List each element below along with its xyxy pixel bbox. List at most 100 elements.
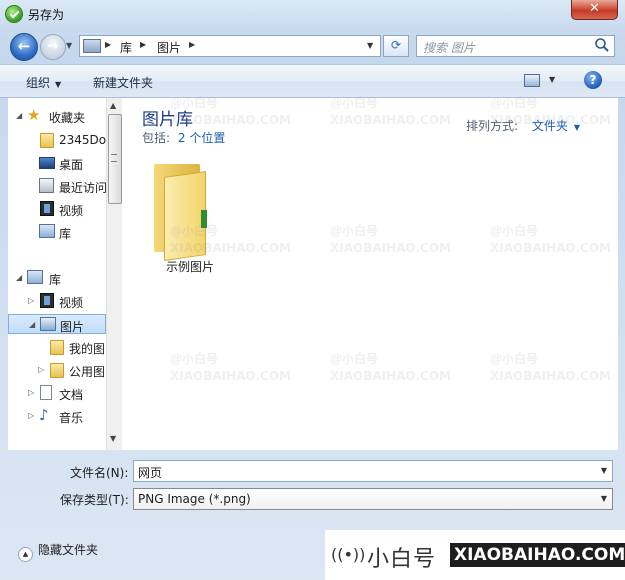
- view-mode-icon[interactable]: [524, 74, 540, 87]
- site-watermark: ((•)) 小白号 XIAOBAIHAO.COM: [325, 530, 625, 580]
- file-list-pane: 图片库 包括: 2 个位置 排列方式: 文件夹 ▼ 示例图片: [122, 98, 618, 450]
- sidebar-item-my-pictures[interactable]: 我的图: [8, 337, 106, 357]
- folder-item-label[interactable]: 示例图片: [166, 258, 214, 275]
- chevron-right-icon[interactable]: ▷: [28, 411, 34, 420]
- video-icon: [40, 201, 54, 216]
- save-as-dialog: 另存为 ✕ ← → ▼ ▶ 库 ▶ 图片 ▶ ▼ ⟳ 搜索 图片 组织 ▼ 新建文…: [0, 0, 625, 580]
- sidebar-item-label: 库: [49, 273, 62, 287]
- organize-label: 组织: [26, 76, 51, 90]
- chevron-up-icon: ▲: [18, 547, 33, 562]
- sidebar-item-label: 最近访问: [59, 181, 106, 195]
- chevron-right-icon[interactable]: ▷: [28, 296, 34, 305]
- search-placeholder: 搜索 图片: [423, 41, 475, 55]
- help-button[interactable]: ?: [584, 71, 602, 89]
- filename-value: 网页: [138, 466, 163, 480]
- address-bar[interactable]: ▶ 库 ▶ 图片 ▶ ▼: [79, 35, 381, 57]
- hide-folders-label: 隐藏文件夹: [38, 543, 99, 557]
- chevron-right-icon[interactable]: ▶: [189, 40, 195, 49]
- chevron-down-icon[interactable]: ◢: [29, 320, 35, 329]
- sidebar-item-label: 音乐: [59, 411, 84, 425]
- includes-label: 包括:: [142, 131, 171, 145]
- chevron-down-icon[interactable]: ◢: [16, 273, 22, 282]
- sidebar-item-videos[interactable]: ▷ 视频: [8, 291, 106, 311]
- chevron-right-icon[interactable]: ▶: [140, 40, 146, 49]
- scroll-down-arrow[interactable]: ▼: [110, 434, 116, 443]
- scroll-up-arrow[interactable]: ▲: [110, 101, 116, 110]
- sidebar-item-label: 我的图: [69, 342, 106, 356]
- includes-locations-link[interactable]: 2 个位置: [178, 131, 225, 145]
- arrange-by: 排列方式: 文件夹 ▼: [466, 117, 580, 134]
- chevron-down-icon: ▼: [573, 123, 581, 132]
- filetype-label: 保存类型(T):: [60, 493, 129, 507]
- sidebar-item-label: 视频: [59, 204, 84, 218]
- sidebar-item-label: 图片: [60, 320, 85, 334]
- forward-button[interactable]: →: [40, 34, 66, 60]
- chevron-down-icon[interactable]: ▼: [549, 75, 555, 84]
- folder-item-sample-pictures[interactable]: [150, 160, 208, 261]
- library-icon: [27, 270, 43, 284]
- window-title: 另存为: [28, 8, 65, 22]
- chevron-down-icon[interactable]: ▼: [601, 494, 607, 503]
- sidebar-item-label: 收藏夹: [49, 111, 86, 125]
- watermark-brand: 小白号: [367, 547, 437, 572]
- folder-icon: [40, 133, 54, 148]
- folder-icon: [50, 363, 64, 378]
- sidebar-item-label: 2345Do: [59, 133, 106, 147]
- recent-places-icon: [39, 178, 54, 193]
- chevron-down-icon[interactable]: ▼: [367, 41, 373, 50]
- sidebar-item-favorites[interactable]: ◢ ★ 收藏夹: [8, 106, 106, 126]
- new-folder-button[interactable]: 新建文件夹: [93, 74, 153, 91]
- app-icon: [6, 6, 22, 22]
- sidebar-item-label: 桌面: [59, 158, 84, 172]
- command-toolbar: 组织 ▼ 新建文件夹 ▼ ?: [0, 64, 625, 98]
- sidebar-item-documents[interactable]: ▷ 文档: [8, 383, 106, 403]
- organize-button[interactable]: 组织 ▼: [26, 74, 61, 91]
- watermark-site: XIAOBAIHAO.COM: [450, 543, 625, 567]
- arrange-by-dropdown[interactable]: 文件夹 ▼: [532, 119, 580, 133]
- sidebar-item-2345do[interactable]: 2345Do: [8, 130, 106, 150]
- folder-icon-front: [164, 171, 206, 261]
- arrange-label: 排列方式:: [466, 119, 519, 133]
- refresh-button[interactable]: ⟳: [383, 35, 409, 57]
- filename-label: 文件名(N):: [70, 466, 129, 480]
- sidebar-item-public-pictures[interactable]: ▷ 公用图: [8, 360, 106, 380]
- breadcrumb-pictures[interactable]: 图片: [157, 39, 181, 56]
- filename-field[interactable]: 网页 ▼: [133, 460, 613, 482]
- pictures-library-icon: [40, 317, 56, 331]
- folder-thumbnail-strip: [201, 210, 207, 228]
- title-bar: 另存为 ✕: [0, 0, 625, 28]
- chevron-down-icon[interactable]: ▼: [601, 466, 607, 475]
- folder-icon: [50, 340, 64, 355]
- filetype-value: PNG Image (*.png): [138, 492, 251, 506]
- sidebar-item-recent[interactable]: 最近访问: [8, 176, 106, 196]
- hide-folders-button[interactable]: ▲ 隐藏文件夹: [18, 541, 98, 562]
- chevron-down-icon[interactable]: ◢: [16, 111, 22, 120]
- sidebar-item-music[interactable]: ▷ ♪ 音乐: [8, 406, 106, 426]
- chevron-right-icon[interactable]: ▷: [38, 365, 44, 374]
- sidebar-item-libraries[interactable]: ◢ 库: [8, 268, 106, 288]
- recent-pages-dropdown[interactable]: ▼: [66, 41, 74, 50]
- chevron-right-icon[interactable]: ▷: [28, 388, 34, 397]
- arrange-value: 文件夹: [531, 119, 568, 133]
- breadcrumb-library[interactable]: 库: [120, 39, 132, 56]
- library-includes: 包括: 2 个位置: [142, 129, 225, 146]
- desktop-icon: [39, 157, 55, 169]
- sidebar-item-label: 公用图: [69, 365, 106, 379]
- navigation-scrollbar[interactable]: ▲ ▼: [106, 98, 122, 450]
- search-input[interactable]: 搜索 图片: [416, 35, 615, 57]
- filetype-select[interactable]: PNG Image (*.png) ▼: [133, 488, 613, 510]
- back-button[interactable]: ←: [10, 33, 38, 61]
- star-icon: ★: [27, 106, 41, 124]
- sidebar-item-pictures[interactable]: ◢ 图片: [8, 314, 106, 334]
- sidebar-item-library-fav[interactable]: 库: [8, 222, 106, 242]
- sidebar-item-videos-fav[interactable]: 视频: [8, 199, 106, 219]
- sidebar-item-desktop[interactable]: 桌面: [8, 153, 106, 173]
- document-icon: [40, 385, 52, 400]
- sidebar-item-label: 文档: [59, 388, 84, 402]
- search-icon[interactable]: [594, 37, 610, 53]
- chevron-right-icon[interactable]: ▶: [105, 40, 111, 49]
- chevron-down-icon: ▼: [55, 80, 62, 89]
- video-icon: [40, 293, 54, 308]
- library-icon: [39, 224, 55, 238]
- close-button[interactable]: ✕: [571, 0, 618, 20]
